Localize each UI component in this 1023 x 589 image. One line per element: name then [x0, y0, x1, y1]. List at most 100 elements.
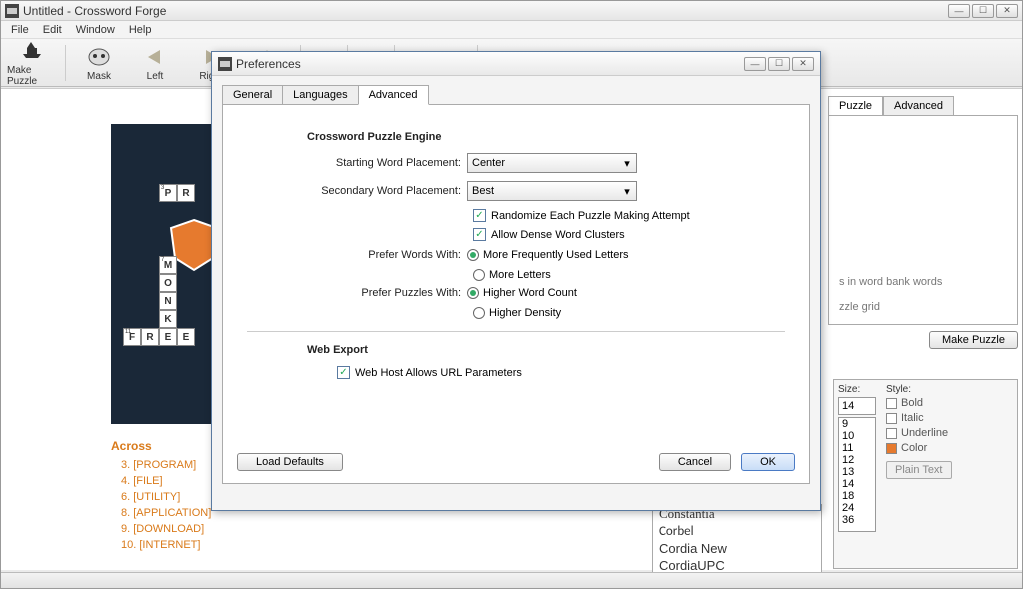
dialog-maximize-button[interactable]: ☐ — [768, 57, 790, 71]
tab-puzzle[interactable]: Puzzle — [828, 96, 883, 116]
puzzle-cell[interactable]: E — [159, 328, 177, 346]
puzzle-cell[interactable]: F11 — [123, 328, 141, 346]
size-option[interactable]: 14 — [839, 478, 875, 490]
puzzle-cell[interactable]: O — [159, 274, 177, 292]
hint-text-1: s in word bank words — [839, 276, 942, 288]
menu-window[interactable]: Window — [70, 23, 121, 37]
menu-help[interactable]: Help — [123, 23, 158, 37]
plain-text-button[interactable]: Plain Text — [886, 461, 952, 479]
close-button[interactable]: ✕ — [996, 4, 1018, 18]
prefer-puzzles-radio-b[interactable]: Higher Density — [473, 307, 785, 319]
app-icon — [218, 57, 232, 71]
size-option[interactable]: 36 — [839, 514, 875, 526]
starting-placement-label: Starting Word Placement: — [247, 157, 467, 169]
size-input[interactable] — [838, 397, 876, 415]
checkbox-checked-icon: ✓ — [337, 366, 350, 379]
font-panel: Size: 91011121314182436 Style: Bold Ital… — [833, 379, 1018, 569]
style-label: Style: — [886, 384, 1013, 395]
panel-tabs: Puzzle Advanced — [828, 95, 1018, 115]
radio-off-icon — [473, 269, 485, 281]
window-title: Untitled - Crossword Forge — [23, 4, 948, 18]
prefer-words-radio-b[interactable]: More Letters — [473, 269, 785, 281]
font-option[interactable]: Cordia New — [653, 540, 821, 557]
statusbar — [1, 572, 1022, 588]
ok-button[interactable]: OK — [741, 453, 795, 471]
mask-tool[interactable]: Mask — [74, 44, 124, 82]
prefs-tab-languages[interactable]: Languages — [282, 85, 358, 105]
secondary-placement-select[interactable]: Best ▾ — [467, 181, 637, 201]
size-option[interactable]: 12 — [839, 454, 875, 466]
radio-on-icon — [467, 287, 479, 299]
randomize-checkbox-row[interactable]: ✓ Randomize Each Puzzle Making Attempt — [473, 209, 785, 222]
dialog-close-button[interactable]: ✕ — [792, 57, 814, 71]
cancel-button[interactable]: Cancel — [659, 453, 731, 471]
panel-body: s in word bank words zzle grid — [828, 115, 1018, 325]
font-option[interactable]: Corbel — [653, 523, 821, 540]
prefs-body: Crossword Puzzle Engine Starting Word Pl… — [222, 104, 810, 484]
prefer-words-label: Prefer Words With: — [247, 249, 467, 261]
style-color-row[interactable]: Color — [886, 442, 1013, 454]
style-italic-row[interactable]: Italic — [886, 412, 1013, 424]
prefer-puzzles-label: Prefer Puzzles With: — [247, 287, 467, 299]
tab-advanced[interactable]: Advanced — [883, 96, 954, 116]
prefer-puzzles-radio-a[interactable]: Higher Word Count — [467, 287, 577, 299]
web-host-checkbox-row[interactable]: ✓ Web Host Allows URL Parameters — [337, 366, 785, 379]
prefs-tab-advanced[interactable]: Advanced — [358, 85, 429, 105]
size-option[interactable]: 24 — [839, 502, 875, 514]
select-value: Best — [472, 185, 494, 197]
puzzle-cell[interactable]: R — [141, 328, 159, 346]
select-value: Center — [472, 157, 505, 169]
size-option[interactable]: 18 — [839, 490, 875, 502]
dialog-minimize-button[interactable]: — — [744, 57, 766, 71]
radio-on-icon — [467, 249, 479, 261]
style-underline-row[interactable]: Underline — [886, 427, 1013, 439]
divider — [247, 331, 785, 332]
puzzle-cell[interactable]: N — [159, 292, 177, 310]
menu-edit[interactable]: Edit — [37, 23, 68, 37]
size-label: Size: — [838, 384, 880, 395]
size-list[interactable]: 91011121314182436 — [838, 417, 876, 532]
starting-placement-select[interactable]: Center ▾ — [467, 153, 637, 173]
style-bold-row[interactable]: Bold — [886, 397, 1013, 409]
tool-label: Mask — [87, 71, 111, 82]
secondary-placement-label: Secondary Word Placement: — [247, 185, 467, 197]
web-host-label: Web Host Allows URL Parameters — [355, 367, 522, 379]
puzzle-cell[interactable]: R — [177, 184, 195, 202]
bold-label: Bold — [901, 397, 923, 409]
dialog-titlebar: Preferences — ☐ ✕ — [212, 52, 820, 76]
puzzle-cell[interactable]: M7 — [159, 256, 177, 274]
radio-label: Higher Density — [489, 307, 561, 319]
main-window: Untitled - Crossword Forge — ☐ ✕ File Ed… — [0, 0, 1023, 589]
puzzle-cell[interactable]: E — [177, 328, 195, 346]
arrow-left-icon — [142, 44, 168, 70]
color-label: Color — [901, 442, 927, 454]
radio-label: More Letters — [489, 269, 551, 281]
menu-file[interactable]: File — [5, 23, 35, 37]
size-option[interactable]: 10 — [839, 430, 875, 442]
prefs-tab-general[interactable]: General — [222, 85, 283, 105]
puzzle-cell[interactable]: P3 — [159, 184, 177, 202]
size-option[interactable]: 13 — [839, 466, 875, 478]
maximize-button[interactable]: ☐ — [972, 4, 994, 18]
preferences-dialog: Preferences — ☐ ✕ General Languages Adva… — [211, 51, 821, 511]
clue-item[interactable]: 9. [DOWNLOAD] — [111, 521, 261, 537]
radio-off-icon — [473, 307, 485, 319]
puzzle-cell[interactable]: K — [159, 310, 177, 328]
clue-item[interactable]: 10. [INTERNET] — [111, 537, 261, 553]
dense-checkbox-row[interactable]: ✓ Allow Dense Word Clusters — [473, 228, 785, 241]
left-tool[interactable]: Left — [130, 44, 180, 82]
make-puzzle-button[interactable]: Make Puzzle — [929, 331, 1018, 349]
size-option[interactable]: 11 — [839, 442, 875, 454]
menubar: File Edit Window Help — [1, 21, 1022, 39]
size-option[interactable]: 9 — [839, 418, 875, 430]
anvil-icon — [19, 38, 45, 64]
checkbox-checked-icon: ✓ — [473, 228, 486, 241]
chevron-down-icon: ▾ — [620, 156, 634, 170]
make-puzzle-tool[interactable]: Make Puzzle — [7, 38, 57, 87]
prefer-words-radio-a[interactable]: More Frequently Used Letters — [467, 249, 629, 261]
italic-label: Italic — [901, 412, 924, 424]
underline-label: Underline — [901, 427, 948, 439]
section-web-title: Web Export — [307, 344, 785, 356]
minimize-button[interactable]: — — [948, 4, 970, 18]
load-defaults-button[interactable]: Load Defaults — [237, 453, 343, 471]
